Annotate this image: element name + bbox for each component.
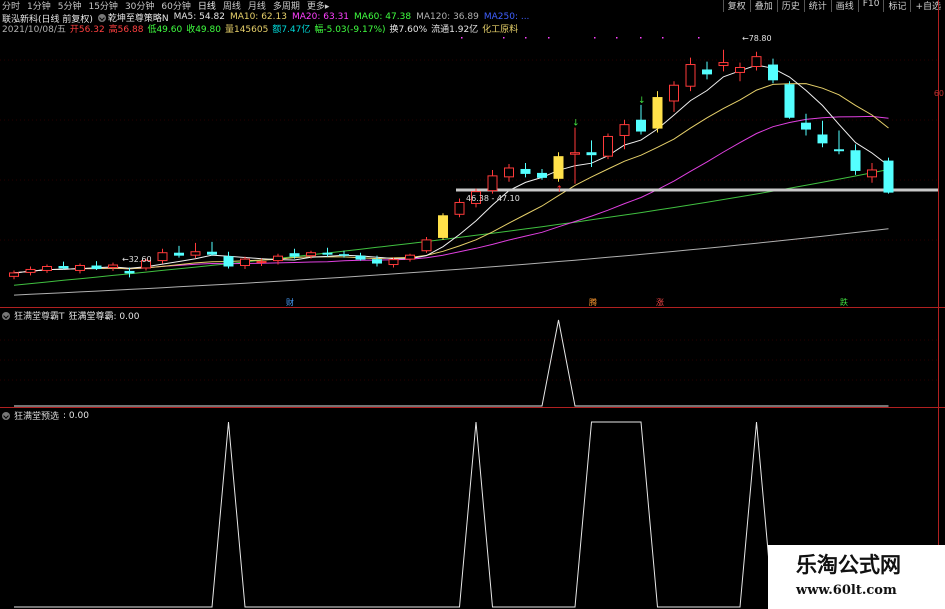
marker-dot [548, 37, 550, 39]
candle-body [174, 252, 184, 256]
candle-body [768, 64, 778, 81]
candle-body [421, 239, 432, 252]
buy-arrow-icon: ↑ [556, 185, 564, 195]
candle-body [454, 201, 465, 215]
candle-body [355, 255, 366, 260]
candle-body [42, 266, 52, 271]
panel3-menu-icon[interactable] [2, 411, 10, 420]
candle-body [504, 167, 514, 178]
candle-body [735, 66, 745, 73]
candle-body [784, 84, 795, 118]
marker-dot [698, 37, 700, 39]
candle-body [405, 254, 415, 260]
candle-body [553, 156, 564, 179]
candle-body [388, 259, 399, 266]
watermark: 乐淘公式网 www.60lt.com [768, 545, 945, 609]
candle-body [619, 124, 630, 136]
candle-body [438, 215, 448, 238]
candle-body [25, 268, 36, 273]
marker-dot [640, 37, 642, 39]
candle-body [883, 160, 894, 193]
marker-dot [594, 37, 596, 39]
candle-body [652, 97, 663, 129]
candle-body [108, 264, 118, 268]
candle-body [718, 62, 729, 67]
candle-body [124, 270, 135, 274]
candle-body [817, 134, 828, 144]
candle-body [702, 69, 712, 75]
candle-body [751, 56, 762, 68]
candle-body [75, 265, 85, 271]
panel3-signal-line [14, 421, 889, 608]
high-price-value: 78.80 [748, 34, 772, 43]
candle-body [834, 149, 844, 152]
candle-body [223, 256, 234, 267]
ma20-line [13, 115, 889, 274]
marker-dot [503, 37, 505, 39]
candle-body [685, 64, 696, 87]
candle-body [9, 272, 19, 277]
watermark-url: www.60lt.com [796, 583, 897, 598]
panel2-name: 狂满堂尊霸T [14, 312, 65, 322]
candle-body [570, 152, 580, 155]
marker-die[interactable]: 跌 [840, 297, 848, 308]
candle-body [190, 251, 201, 256]
candle-body [850, 150, 861, 171]
marker-dot [662, 37, 664, 39]
marker-dot [461, 37, 463, 39]
candle-body [669, 84, 679, 102]
candle-body [273, 255, 283, 262]
candle-body [520, 168, 531, 174]
panel2-menu-icon[interactable] [2, 311, 10, 320]
panel2-signal-line [14, 319, 889, 407]
marker-zhang[interactable]: 涨 [656, 297, 664, 308]
marker-dot [616, 37, 618, 39]
candle-body [322, 252, 333, 255]
kline-chart-surface[interactable]: ↑ ↓ ↓ [0, 0, 945, 609]
candle-body [58, 266, 69, 269]
panel3-name: 狂满堂预选 [14, 412, 60, 422]
panel2-header: 狂满堂尊霸T 狂满堂尊霸: 0.00 [2, 309, 139, 322]
candle-body [603, 135, 613, 157]
candle-body [487, 175, 498, 192]
marker-cai[interactable]: 财 [286, 297, 294, 308]
candle-body [157, 252, 168, 262]
sell-arrow-icon: ↓ [572, 119, 580, 129]
watermark-title: 乐淘公式网 [796, 552, 901, 577]
candle-body [372, 259, 382, 264]
ma10-line [13, 83, 889, 274]
candle-body [537, 172, 547, 178]
marker-dot [525, 37, 527, 39]
low-price-value: 32.60 [128, 255, 152, 264]
candle-body [636, 119, 646, 132]
panel3-value: : 0.00 [63, 410, 89, 421]
candle-body [306, 252, 316, 257]
candle-body [339, 254, 349, 256]
candle-body [91, 265, 102, 269]
right-axis-value: 60 [933, 89, 944, 98]
range-label: 46.38 - 47.10 [466, 194, 520, 203]
candle-body [586, 152, 597, 156]
panel3-header: 狂满堂预选 : 0.00 [2, 409, 89, 422]
candle-body [240, 258, 250, 267]
candle-body [867, 169, 877, 178]
high-price-label: ←78.80 [742, 34, 772, 43]
panel2-value: 狂满堂尊霸: 0.00 [68, 312, 140, 322]
candle-body [801, 122, 811, 130]
low-price-label: ←32.60 [122, 255, 152, 264]
candle-body [289, 253, 300, 257]
sell-arrow-icon: ↓ [638, 96, 646, 106]
marker-teng[interactable]: 腾 [589, 297, 597, 308]
candle-body [207, 251, 217, 255]
ma5-line [13, 64, 889, 274]
candle-body [256, 261, 267, 264]
